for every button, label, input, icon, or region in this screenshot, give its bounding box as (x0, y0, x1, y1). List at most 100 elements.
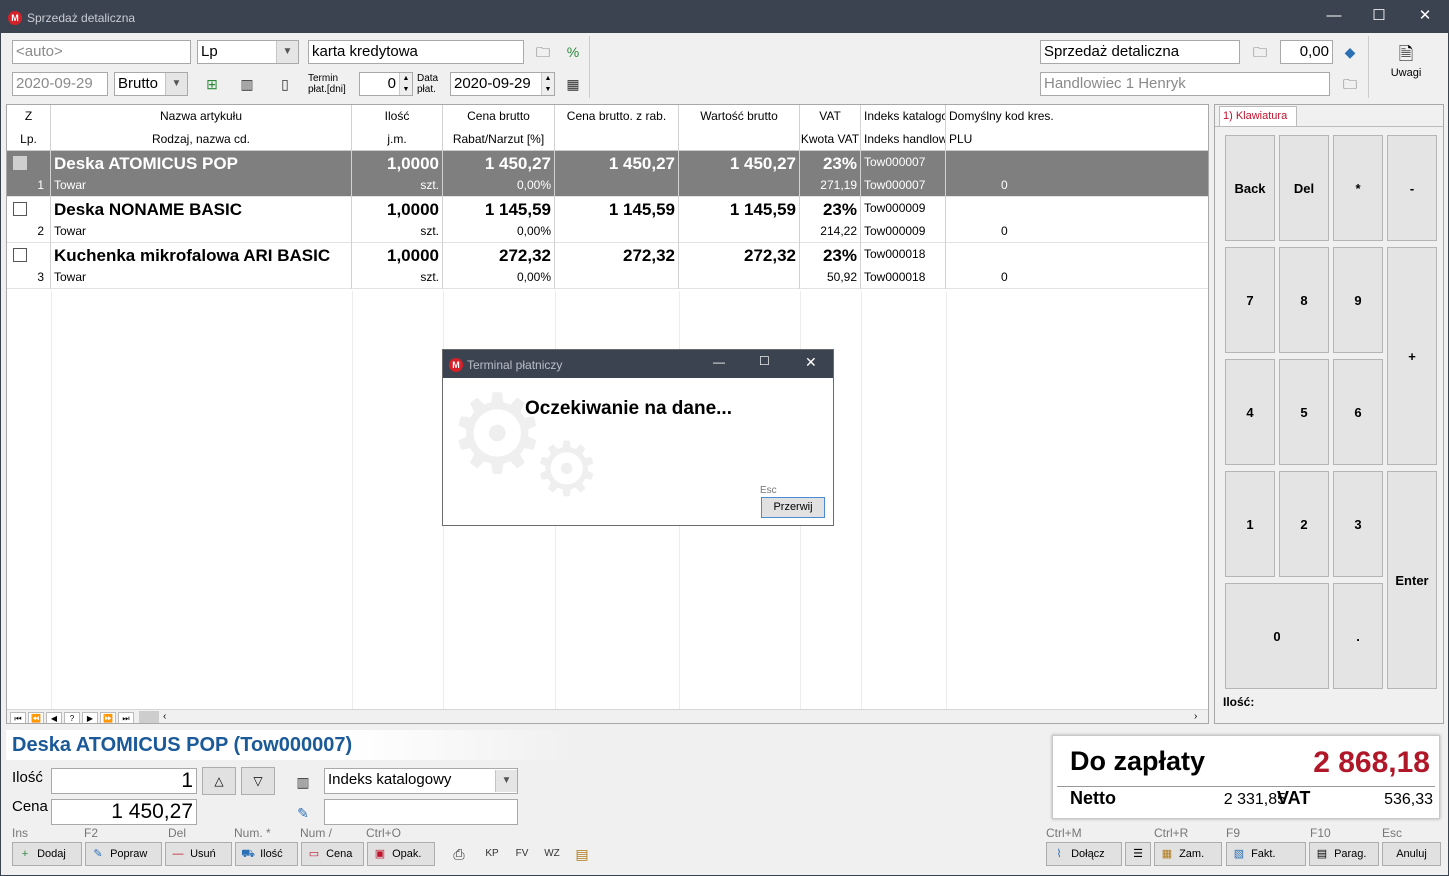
document-type-input[interactable]: Sprzedaż detaliczna (1040, 40, 1240, 64)
pin-icon[interactable]: ✎ (293, 803, 313, 823)
percent-icon[interactable]: % (563, 42, 583, 62)
key-0[interactable]: 0 (1225, 583, 1329, 689)
term-days-input[interactable]: 0 ▲ ▼ (359, 72, 413, 96)
chevron-down-icon[interactable]: ▼ (276, 41, 298, 63)
prev-page-icon[interactable]: ⏪ (28, 712, 44, 723)
tag-icon[interactable]: ◆ (1340, 42, 1360, 62)
key-8[interactable]: 8 (1279, 247, 1329, 353)
key-enter[interactable]: Enter (1387, 471, 1437, 689)
column-header[interactable]: j.m. (352, 128, 442, 151)
attach-button[interactable]: ⌇ Dołącz (1046, 842, 1122, 866)
folder-icon[interactable]: 🗀 (533, 42, 553, 62)
prev-record-icon[interactable]: ◀ (46, 712, 62, 723)
payment-method-input[interactable]: karta kredytowa (308, 40, 524, 64)
key-1[interactable]: 1 (1225, 471, 1275, 577)
qty-down-button[interactable]: ▽ (241, 767, 275, 795)
last-record-icon[interactable]: ⏭ (118, 712, 134, 723)
document-date-input[interactable]: 2020-09-29 (12, 72, 108, 96)
price-mode-select[interactable]: Brutto ▼ (114, 72, 188, 96)
folder-icon[interactable]: 🗀 (1340, 74, 1360, 94)
column-header[interactable]: Kwota VAT (800, 128, 860, 151)
spin-arrows-icon[interactable]: ▲ ▼ (541, 73, 554, 95)
column-header[interactable]: Nazwa artykułu (51, 105, 351, 128)
search-mode-select[interactable]: Indeks katalogowy ▼ (324, 768, 518, 794)
quantity-button[interactable]: ⛟ Ilość (235, 842, 298, 866)
column-header[interactable]: Indeks handlowy (864, 128, 945, 151)
document-number-input[interactable]: <auto> (12, 40, 191, 64)
scroll-right-icon[interactable]: › (1194, 711, 1197, 722)
column-header[interactable]: PLU (949, 128, 1106, 151)
receipt-button[interactable]: ▤ Parag. (1309, 842, 1379, 866)
scroll-left-icon[interactable]: ‹ (163, 711, 166, 722)
key-2[interactable]: 2 (1279, 471, 1329, 577)
key-9[interactable]: 9 (1333, 247, 1383, 353)
table-row[interactable]: 3 Kuchenka mikrofalowa ARI BASIC Towar 1,00… (7, 243, 1208, 289)
fv-document-icon[interactable]: FV (512, 844, 532, 864)
key-6[interactable]: 6 (1333, 359, 1383, 465)
search-input[interactable] (324, 799, 518, 825)
column-header[interactable]: Indeks katalogowy (864, 105, 945, 128)
chevron-down-icon[interactable]: ▼ (495, 770, 517, 792)
column-header[interactable]: Domyślny kod kres. (949, 105, 1106, 128)
tab-keypad[interactable]: 1) Klawiatura (1219, 106, 1297, 126)
clipboard-icon[interactable]: ▤ (572, 844, 592, 864)
notes-button[interactable]: 🗎 Uwagi (1376, 41, 1436, 93)
add-button[interactable]: + Dodaj (12, 842, 82, 866)
seller-input[interactable]: Handlowiec 1 Henryk (1040, 72, 1330, 96)
menu-button[interactable]: ☰ (1125, 842, 1151, 866)
kp-document-icon[interactable]: KP (482, 844, 502, 864)
row-checkbox[interactable] (13, 156, 27, 170)
close-icon[interactable]: ✕ (1410, 1, 1440, 31)
chevron-down-icon[interactable]: ▼ (165, 73, 187, 95)
key-multiply[interactable]: * (1333, 135, 1383, 241)
next-page-icon[interactable]: ⏩ (100, 712, 116, 723)
row-checkbox[interactable] (13, 202, 27, 216)
key-3[interactable]: 3 (1333, 471, 1383, 577)
column-header[interactable]: Ilość (352, 105, 442, 128)
pay-date-input[interactable]: 2020-09-29 ▲ ▼ (450, 72, 555, 96)
column-header[interactable]: Lp. (7, 128, 50, 151)
column-header[interactable]: Rodzaj, nazwa cd. (51, 128, 351, 151)
abort-button[interactable]: Przerwij (761, 497, 825, 518)
print-icon[interactable]: ⎙ (449, 844, 469, 864)
calendar-icon[interactable]: ▦ (563, 74, 583, 94)
column-header[interactable]: Wartość brutto (679, 105, 799, 128)
add-list-icon[interactable]: ⊞ (202, 74, 222, 94)
amount-input[interactable]: 0,00 (1280, 40, 1333, 64)
key-7[interactable]: 7 (1225, 247, 1275, 353)
column-header[interactable]: Z (7, 105, 50, 128)
key-minus[interactable]: - (1387, 135, 1437, 241)
maximize-icon[interactable]: ☐ (759, 354, 770, 368)
minimize-icon[interactable]: — (713, 355, 725, 369)
column-header[interactable]: VAT (800, 105, 860, 128)
key-4[interactable]: 4 (1225, 359, 1275, 465)
table-row[interactable]: 2 Deska NONAME BASIC Towar 1,0000 szt. 1 145,… (7, 197, 1208, 243)
column-header[interactable]: Cena brutto (443, 105, 554, 128)
spin-arrows-icon[interactable]: ▲ ▼ (399, 73, 412, 95)
delete-button[interactable]: — Usuń (165, 842, 232, 866)
row-checkbox[interactable] (13, 248, 27, 262)
close-icon[interactable]: ✕ (805, 354, 817, 371)
table-row[interactable]: 1 Deska ATOMICUS POP Towar 1,0000 szt. 1 450,… (7, 151, 1208, 197)
device-icon[interactable]: ▯ (275, 74, 295, 94)
scrollbar-thumb[interactable] (139, 711, 159, 723)
wz-document-icon[interactable]: WZ (542, 844, 562, 864)
barcode-icon[interactable]: ▥ (237, 74, 257, 94)
package-button[interactable]: ▣ Opak. (367, 842, 435, 866)
key-5[interactable]: 5 (1279, 359, 1329, 465)
cancel-button[interactable]: Anuluj (1382, 842, 1441, 866)
qty-up-button[interactable]: △ (202, 767, 236, 795)
qty-input[interactable]: 1 (51, 768, 197, 794)
order-button[interactable]: ▦ Zam. (1154, 842, 1222, 866)
first-record-icon[interactable]: ⏮ (10, 712, 26, 723)
price-button[interactable]: ▭ Cena (301, 842, 364, 866)
column-header[interactable]: Rabat/Narzut [%] (443, 128, 554, 151)
sort-select[interactable]: Lp ▼ (197, 40, 299, 64)
key-del[interactable]: Del (1279, 135, 1329, 241)
maximize-icon[interactable]: ☐ (1364, 1, 1394, 31)
next-record-icon[interactable]: ▶ (82, 712, 98, 723)
key-dot[interactable]: . (1333, 583, 1383, 689)
key-back[interactable]: Back (1225, 135, 1275, 241)
edit-button[interactable]: ✎ Popraw (85, 842, 162, 866)
price-input[interactable]: 1 450,27 (51, 799, 197, 825)
